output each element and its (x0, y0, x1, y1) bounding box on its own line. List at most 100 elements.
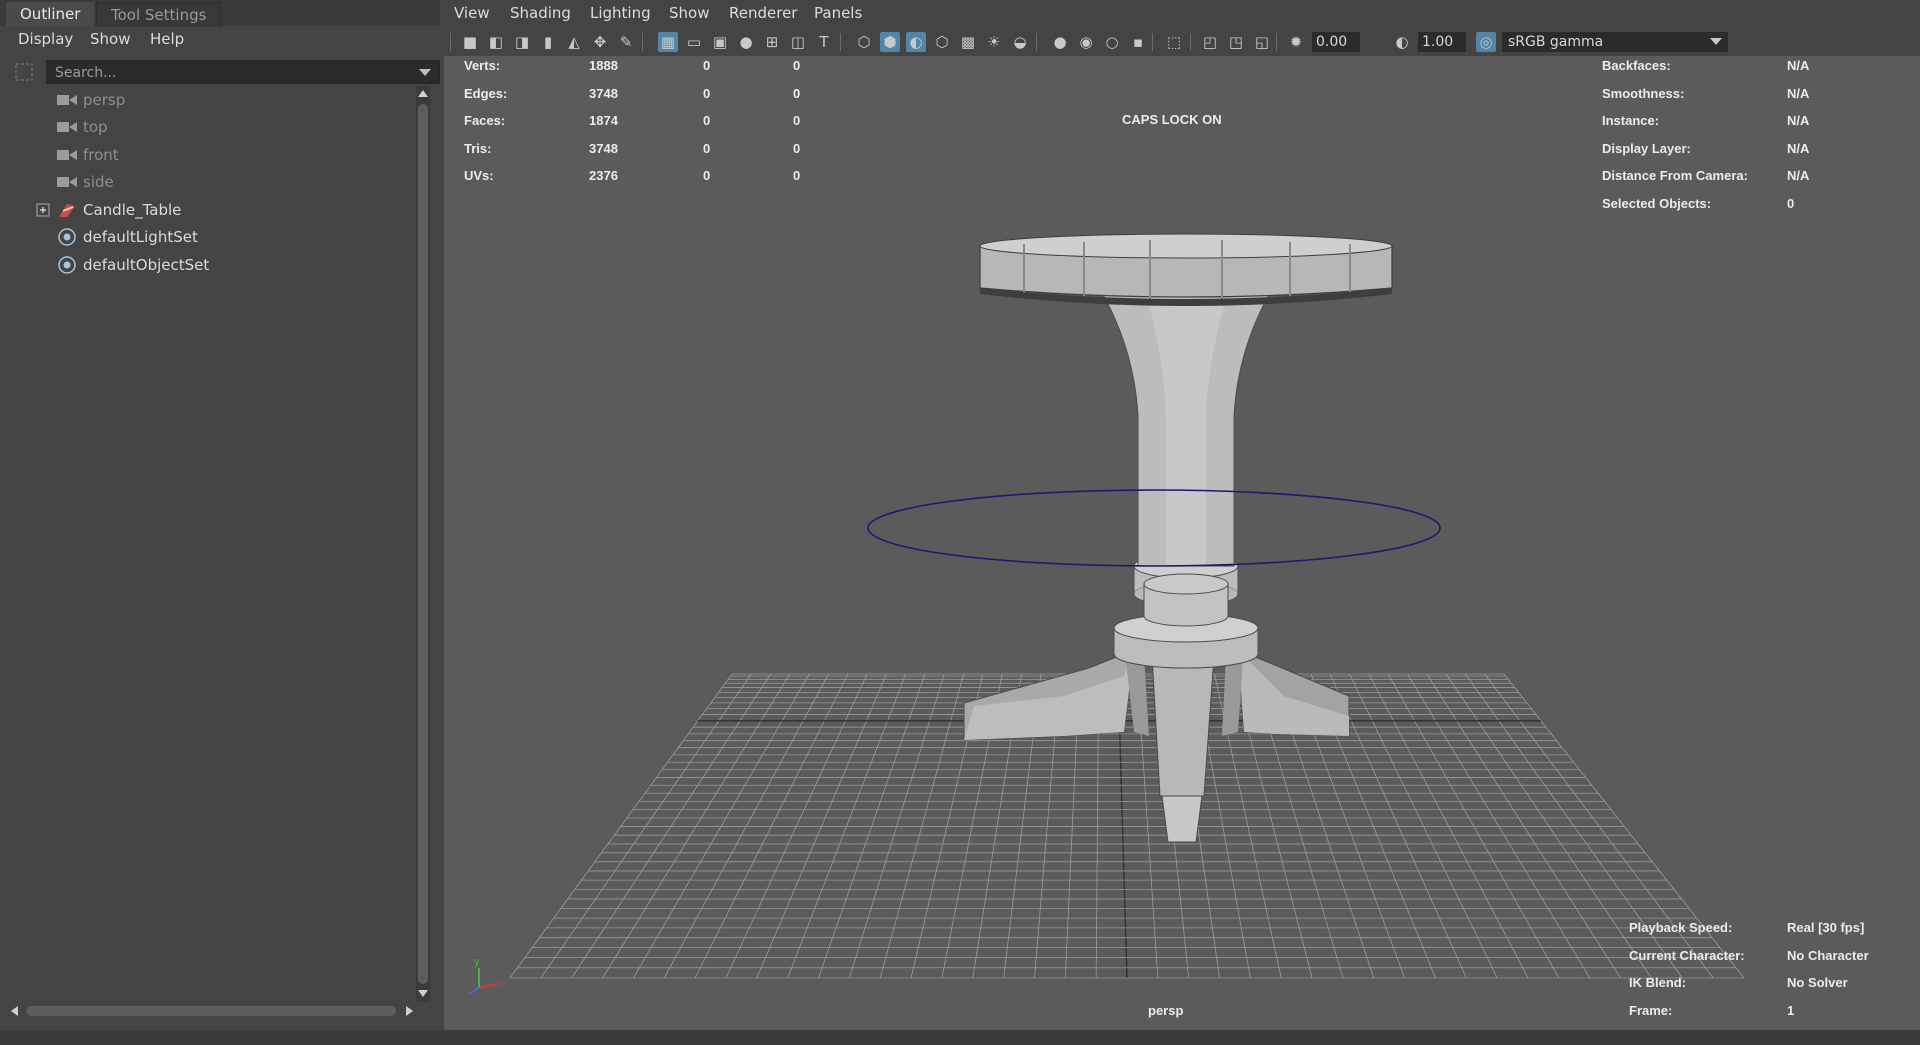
two-d-pan-zoom-icon[interactable]: ✥ (590, 32, 610, 52)
bookmark-icon[interactable]: ▮ (538, 32, 558, 52)
smooth-shade-icon[interactable]: ⬢ (880, 32, 900, 52)
resolution-gate-icon[interactable]: ▣ (710, 32, 730, 52)
hud-value: 0 (703, 113, 711, 128)
film-gate-icon[interactable]: ▭ (684, 32, 704, 52)
view-transform-dropdown[interactable]: sRGB gamma (1502, 32, 1728, 52)
scroll-right-icon[interactable] (406, 1006, 414, 1016)
viewport-menu-bar: View Shading Lighting Show Renderer Pane… (444, 0, 1920, 28)
hud-value: 0 (703, 58, 711, 73)
anti-aliasing-icon[interactable]: ○ (1102, 32, 1122, 52)
hud-value: 0 (793, 58, 801, 73)
wireframe-icon[interactable]: ⬡ (854, 32, 874, 52)
xray-active-components-icon[interactable]: ◳ (1226, 32, 1246, 52)
scrollbar-thumb[interactable] (26, 1006, 396, 1016)
menu-show[interactable]: Show (90, 28, 130, 50)
menu-show[interactable]: Show (669, 4, 709, 22)
camera-icon (57, 122, 77, 132)
filter-icon[interactable] (14, 62, 34, 82)
color-management-icon[interactable]: ◎ (1476, 32, 1496, 52)
hud-label: Tris: (464, 140, 492, 156)
ground-grid (509, 673, 1745, 979)
chevron-down-icon[interactable] (1710, 38, 1722, 46)
tab-tool-settings[interactable]: Tool Settings (96, 2, 222, 27)
hud-value: 0 (703, 85, 711, 101)
xray-icon[interactable]: ◰ (1200, 32, 1220, 52)
search-field[interactable] (46, 60, 440, 84)
hud-value: N/A (1787, 58, 1810, 73)
set-icon (58, 256, 76, 274)
outliner-vertical-scrollbar[interactable] (416, 86, 430, 1002)
select-camera-icon[interactable]: ■ (460, 32, 480, 52)
field-chart-icon[interactable]: ⊞ (762, 32, 782, 52)
scrollbar-thumb[interactable] (418, 104, 428, 984)
isolate-select-icon[interactable]: ⬚ (1164, 32, 1184, 52)
bookmark-camera-icon[interactable]: ◨ (512, 32, 532, 52)
hud-label: Backfaces: (1602, 58, 1671, 73)
grease-pencil-icon[interactable]: ✎ (616, 32, 636, 52)
toolbar-separator (1152, 33, 1153, 51)
scroll-up-icon[interactable] (418, 89, 428, 97)
hud-value: 1888 (589, 58, 618, 73)
menu-view[interactable]: View (454, 4, 490, 22)
hud-value: N/A (1787, 140, 1810, 156)
outliner-item-label: defaultLightSet (83, 228, 198, 246)
search-input[interactable] (53, 63, 397, 83)
hud-value: 1874 (589, 113, 618, 128)
bottom-edge-bar (0, 1030, 1920, 1045)
camera-icon (57, 95, 77, 105)
outliner-horizontal-scrollbar[interactable] (10, 1004, 414, 1018)
hud-value: 0 (703, 168, 711, 183)
wireframe-on-shaded-icon[interactable]: ⬡ (932, 32, 952, 52)
camera-icon (57, 150, 77, 160)
hud-value: 0 (793, 140, 801, 156)
viewport-panel[interactable]: View Shading Lighting Show Renderer Pane… (444, 0, 1920, 1030)
hud-value: 3748 (589, 85, 618, 101)
gate-mask-icon[interactable]: ● (736, 32, 756, 52)
hud-label: Distance From Camera: (1602, 168, 1748, 183)
depth-of-field-icon[interactable]: ▪ (1128, 32, 1148, 52)
menu-help[interactable]: Help (150, 28, 184, 50)
scroll-down-icon[interactable] (418, 990, 428, 998)
set-icon (58, 228, 76, 246)
hud-label: Selected Objects: (1602, 195, 1712, 211)
toolbar-separator (642, 33, 643, 51)
menu-display[interactable]: Display (18, 28, 73, 50)
hud-label: Faces: (464, 113, 506, 128)
hud-value: 3748 (589, 140, 618, 156)
hud-label: IK Blend: (1629, 975, 1687, 990)
default-material-icon[interactable]: ◐ (906, 32, 926, 52)
plus-box-icon[interactable] (36, 203, 50, 217)
camera-name-label: persp (1148, 1003, 1184, 1018)
safe-action-icon[interactable]: ◫ (788, 32, 808, 52)
grid-toggle-icon[interactable]: ▦ (658, 32, 678, 52)
scroll-left-icon[interactable] (10, 1006, 18, 1016)
gamma-field[interactable]: 1.00 (1418, 32, 1466, 52)
image-plane-icon[interactable]: ◭ (564, 32, 584, 52)
view-transform-label: sRGB gamma (1508, 34, 1604, 50)
axis-gizmo: y x (468, 956, 502, 995)
screen-space-ao-icon[interactable]: ● (1050, 32, 1070, 52)
menu-lighting[interactable]: Lighting (590, 4, 651, 22)
toolbar-separator (840, 33, 841, 51)
motion-blur-icon[interactable]: ◉ (1076, 32, 1096, 52)
hud-value: N/A (1787, 113, 1810, 128)
axis-x-label: x (496, 979, 502, 991)
tab-outliner[interactable]: Outliner (6, 2, 95, 26)
menu-renderer[interactable]: Renderer (729, 4, 797, 22)
chevron-down-icon[interactable] (419, 69, 431, 77)
safe-title-icon[interactable]: T (814, 32, 834, 52)
toolbar-separator (1190, 33, 1191, 51)
hud-value: No Character (1787, 947, 1869, 963)
gamma-icon[interactable]: ◐ (1392, 32, 1412, 52)
menu-shading[interactable]: Shading (510, 4, 571, 22)
hud-value: 0 (793, 168, 801, 183)
camera-attributes-icon[interactable]: ◧ (486, 32, 506, 52)
candle-table-model[interactable] (963, 233, 1393, 843)
use-all-lights-icon[interactable]: ☀ (984, 32, 1004, 52)
exposure-field[interactable]: 0.00 (1312, 32, 1360, 52)
shadows-icon[interactable]: ◒ (1010, 32, 1030, 52)
menu-panels[interactable]: Panels (814, 4, 862, 22)
exposure-icon[interactable]: ✹ (1286, 32, 1306, 52)
textured-icon[interactable]: ▩ (958, 32, 978, 52)
xray-joints-icon[interactable]: ◱ (1252, 32, 1272, 52)
